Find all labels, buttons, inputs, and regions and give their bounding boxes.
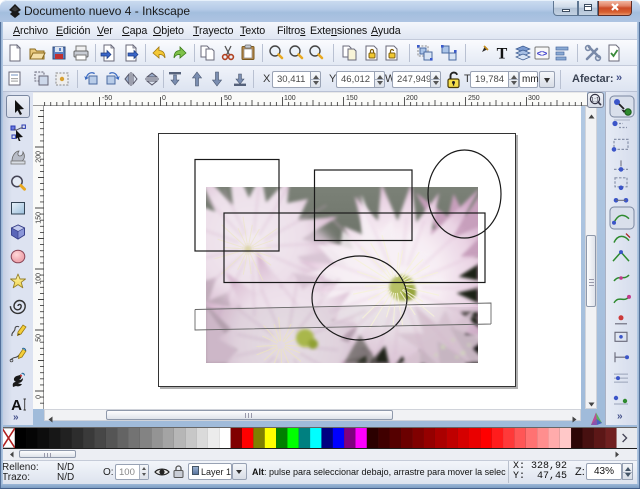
svg-text:0: 0 xyxy=(162,95,166,102)
svg-text:T: T xyxy=(497,46,508,63)
svg-text:-50: -50 xyxy=(102,95,112,102)
svg-text:»: » xyxy=(617,411,623,422)
svg-text:A: A xyxy=(11,397,22,413)
svg-text:50: 50 xyxy=(36,334,43,342)
svg-text:100: 100 xyxy=(284,95,296,102)
svg-text:<>: <> xyxy=(537,49,548,59)
svg-text:50: 50 xyxy=(224,95,232,102)
svg-text:300: 300 xyxy=(528,95,540,102)
svg-text:250: 250 xyxy=(468,95,480,102)
svg-text:200: 200 xyxy=(406,95,418,102)
svg-text:150: 150 xyxy=(346,95,358,102)
